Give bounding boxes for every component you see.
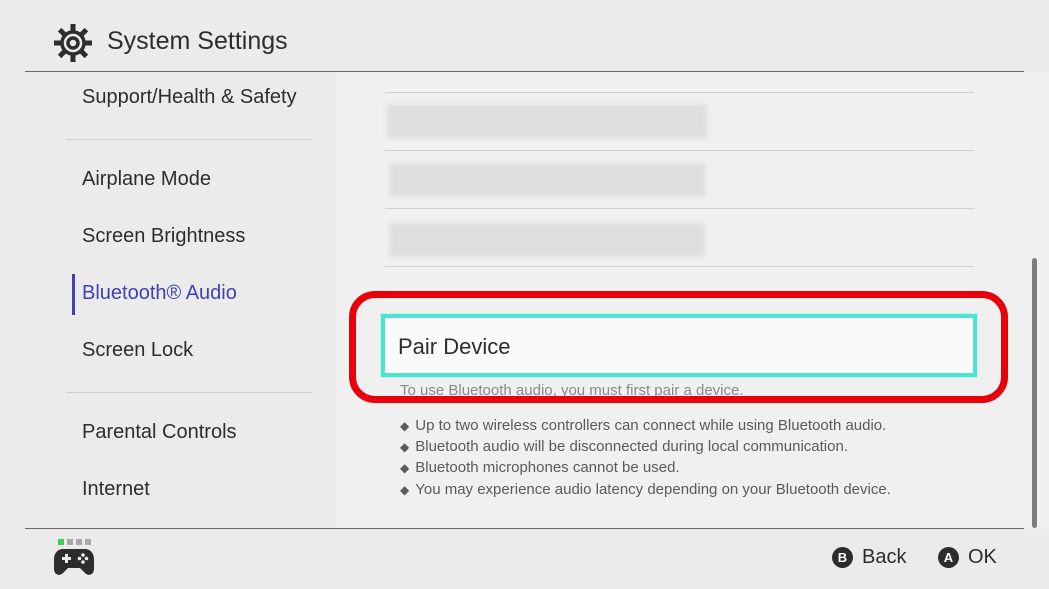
player-pip [85, 539, 91, 545]
sidebar-divider [66, 392, 312, 393]
player-indicator [58, 539, 91, 545]
sidebar-item-airplane-mode[interactable]: Airplane Mode [82, 168, 211, 191]
player-pip [58, 539, 64, 545]
sidebar-item-bluetooth-audio[interactable]: Bluetooth® Audio [82, 282, 237, 305]
row-divider [385, 92, 974, 93]
sidebar-item-internet[interactable]: Internet [82, 478, 150, 501]
sidebar-item-screen-brightness[interactable]: Screen Brightness [82, 225, 245, 248]
ok-button[interactable]: A OK [938, 546, 997, 569]
bullet-icon: ◆ [400, 483, 410, 497]
gamepad-icon [54, 549, 94, 575]
blurred-device-row [390, 163, 705, 197]
player-pip [67, 539, 73, 545]
note-text: You may experience audio latency dependi… [415, 481, 891, 498]
header: System Settings [0, 0, 1049, 72]
note-item: ◆ You may experience audio latency depend… [400, 481, 891, 498]
back-button[interactable]: B Back [832, 546, 906, 569]
bullet-icon: ◆ [400, 419, 410, 433]
b-button-icon: B [832, 547, 853, 568]
note-text: Bluetooth microphones cannot be used. [415, 459, 680, 476]
note-text: Up to two wireless controllers can conne… [415, 417, 887, 434]
sidebar-item-parental-controls[interactable]: Parental Controls [82, 421, 237, 444]
note-item: ◆ Bluetooth microphones cannot be used. [400, 459, 680, 476]
blurred-device-row [387, 104, 707, 138]
sidebar-selection-indicator [72, 274, 75, 315]
note-item: ◆ Bluetooth audio will be disconnected du… [400, 438, 848, 455]
row-divider [385, 208, 974, 209]
ok-label: OK [968, 546, 997, 568]
bullet-icon: ◆ [400, 461, 410, 475]
sidebar-item-screen-lock[interactable]: Screen Lock [82, 339, 193, 362]
gear-icon [54, 24, 92, 62]
sidebar-divider [66, 139, 312, 140]
row-divider [385, 266, 974, 267]
page-title: System Settings [107, 27, 288, 55]
sidebar-item-support-health-safety[interactable]: Support/Health & Safety [82, 86, 297, 109]
back-label: Back [862, 546, 907, 568]
a-button-icon: A [938, 547, 959, 568]
player-pip [76, 539, 82, 545]
note-text: Bluetooth audio will be disconnected dur… [415, 438, 848, 455]
note-item: ◆ Up to two wireless controllers can conn… [400, 417, 886, 434]
bullet-icon: ◆ [400, 440, 410, 454]
row-divider [385, 150, 974, 151]
blurred-device-row [390, 223, 705, 257]
annotation-highlight-ring [349, 291, 1008, 403]
scrollbar[interactable] [1032, 258, 1037, 528]
